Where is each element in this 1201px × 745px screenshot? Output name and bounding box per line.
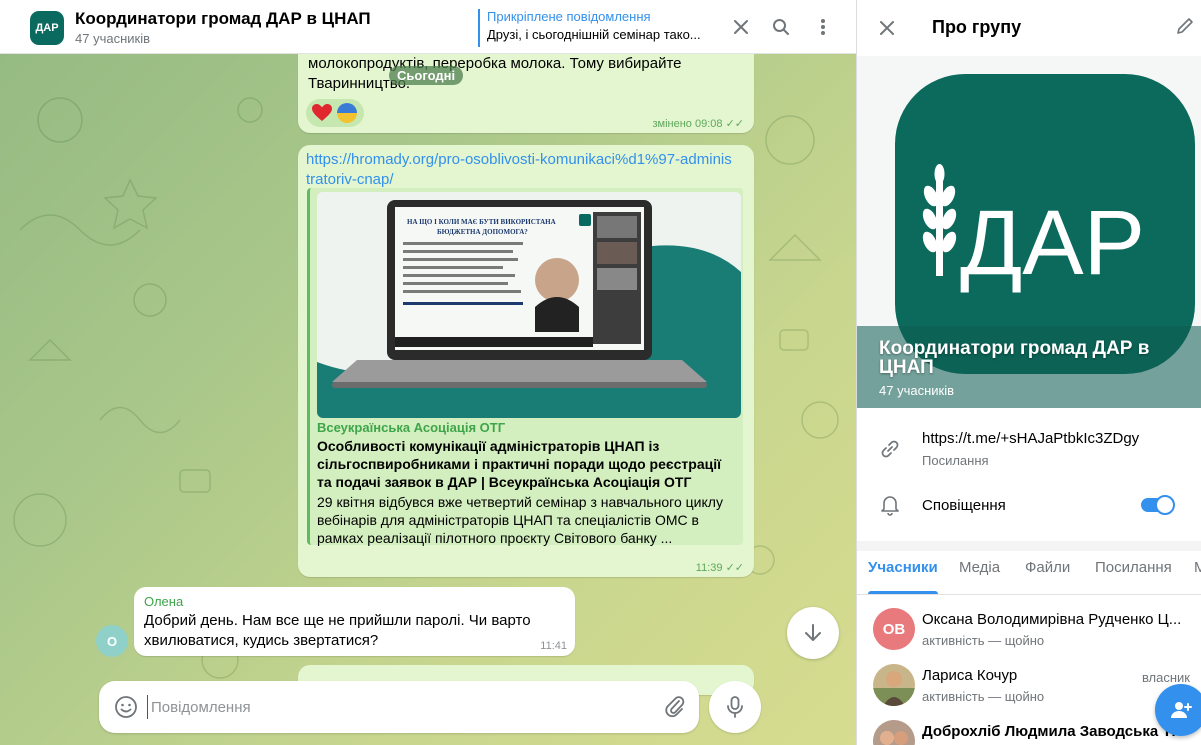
member-avatar[interactable] <box>873 664 915 706</box>
invite-link-row[interactable]: https://t.me/+sHAJaPtbkIc3ZDgy Посилання <box>857 420 1201 475</box>
members-count: 47 учасників <box>75 31 150 46</box>
group-name: Координатори громад ДАР в ЦНАП <box>879 338 1150 378</box>
message-time: змінено 09:08 <box>652 118 723 130</box>
emoji-icon[interactable] <box>114 695 138 719</box>
message-link[interactable]: https://hromady.org/pro-osoblivosti-komu… <box>306 150 732 190</box>
edit-group-button[interactable] <box>1175 16 1195 41</box>
member-name: Оксана Володимирівна Рудченко Ц... <box>922 611 1182 628</box>
scroll-down-button[interactable] <box>787 607 839 659</box>
tab-more[interactable]: М <box>1194 559 1201 576</box>
message-input[interactable] <box>147 695 647 719</box>
close-icon <box>734 20 748 34</box>
sender-name[interactable]: Олена <box>144 594 183 609</box>
member-avatar[interactable] <box>873 720 915 745</box>
group-avatar[interactable]: ДАР <box>30 11 64 45</box>
add-user-icon <box>1171 702 1192 718</box>
pencil-icon <box>1177 18 1193 34</box>
member-role-badge: власник <box>1141 670 1190 685</box>
message-text-line: хвилюватися, кудись звертатися? <box>144 632 379 649</box>
invite-link-label: Посилання <box>922 453 989 468</box>
invite-link-value[interactable]: https://t.me/+sHAJaPtbkIc3ZDgy <box>922 430 1139 447</box>
double-check-icon: ✓✓ <box>725 562 744 574</box>
toggle-knob <box>1155 495 1175 515</box>
chat-header[interactable]: ДАР Координатори громад ДАР в ЦНАП 47 уч… <box>0 0 856 54</box>
close-icon <box>880 21 894 35</box>
date-divider: Сьогодні <box>389 66 464 85</box>
preview-description: 29 квітня відбувся вже четвертий семінар… <box>317 494 723 546</box>
member-row[interactable]: ОВ Оксана Володимирівна Рудченко Ц... ак… <box>857 602 1201 658</box>
member-name: Лариса Кочур <box>922 667 1018 684</box>
tab-files[interactable]: Файли <box>1025 559 1070 576</box>
preview-site-name: Всеукраїнська Асоціація ОТГ <box>317 420 506 435</box>
more-vertical-icon <box>821 19 825 35</box>
chat-area: ДАР Координатори громад ДАР в ЦНАП 47 уч… <box>0 0 856 745</box>
message-text-line: молокопродуктів, переробка молока. Тому … <box>308 55 682 72</box>
member-row[interactable]: Доброхліб Людмила Заводська ТГ <box>857 714 1201 745</box>
double-check-icon: ✓✓ <box>725 118 744 130</box>
message-meta: змінено 09:08 ✓✓ <box>652 117 744 130</box>
member-status: активність — щойно <box>922 633 1045 648</box>
search-button[interactable] <box>768 14 794 40</box>
notifications-label: Сповіщення <box>922 497 1006 514</box>
bell-icon <box>877 492 903 518</box>
active-tab-indicator <box>868 591 938 594</box>
message-composer[interactable] <box>99 681 699 733</box>
tab-media[interactable]: Медіа <box>959 559 1000 576</box>
ukraine-flag-icon <box>337 103 357 123</box>
pinned-message[interactable]: Прикріплене повідомлення Друзі, і сьогод… <box>478 9 718 47</box>
close-pinned-button[interactable] <box>728 14 754 40</box>
link-line: tratoriv-cnap/ <box>306 171 394 188</box>
group-info-panel: Про групу ДАР Координатори громад ДАР в … <box>856 0 1201 745</box>
link-line: https://hromady.org/pro-osoblivosti-komu… <box>306 151 732 168</box>
message-meta: 11:39 ✓✓ <box>696 561 744 574</box>
panel-header: Про групу <box>857 0 1201 56</box>
link-icon <box>877 436 903 462</box>
chat-title[interactable]: Координатори громад ДАР в ЦНАП <box>75 9 371 29</box>
message-text-line: Добрий день. Нам все ще не прийшли парол… <box>144 612 531 629</box>
message-incoming[interactable]: Олена Добрий день. Нам все ще не прийшли… <box>134 587 575 656</box>
panel-title: Про групу <box>932 17 1022 37</box>
group-members-count: 47 учасників <box>879 383 954 398</box>
reactions[interactable] <box>306 99 364 127</box>
member-status: активність — щойно <box>922 689 1045 704</box>
heart-icon <box>312 104 332 121</box>
member-photo <box>873 664 915 706</box>
add-member-button[interactable] <box>1155 684 1201 736</box>
group-hero-image[interactable]: ДАР Координатори громад ДАР в ЦНАП 47 уч… <box>857 56 1201 408</box>
preview-image[interactable]: НА ЩО І КОЛИ МАЄ БУТИ ВИКОРИСТАНА БЮДЖЕТН… <box>317 192 741 418</box>
pinned-text: Друзі, і сьогоднішній семінар тако... <box>487 27 701 42</box>
link-preview[interactable]: НА ЩО І КОЛИ МАЄ БУТИ ВИКОРИСТАНА БЮДЖЕТН… <box>307 188 743 546</box>
section-separator <box>857 541 1201 551</box>
close-panel-button[interactable] <box>879 20 895 41</box>
message-time: 11:39 <box>695 562 723 574</box>
laptop-illustration: НА ЩО І КОЛИ МАЄ БУТИ ВИКОРИСТАНА БЮДЖЕТН… <box>317 192 741 418</box>
member-name: Доброхліб Людмила Заводська ТГ <box>922 723 1181 740</box>
search-icon <box>773 19 789 35</box>
pinned-label: Прикріплене повідомлення <box>487 9 651 24</box>
panel-tabs: Учасники Медіа Файли Посилання М <box>857 551 1201 595</box>
preview-title: Особливості комунікації адміністраторів … <box>317 438 722 490</box>
notifications-toggle[interactable] <box>1141 495 1175 515</box>
logo-text: ДАР <box>960 192 1145 294</box>
tab-links[interactable]: Посилання <box>1095 559 1172 576</box>
member-photo <box>873 720 915 745</box>
member-avatar[interactable]: ОВ <box>873 608 915 650</box>
message-outgoing-link[interactable]: https://hromady.org/pro-osoblivosti-komu… <box>298 145 754 577</box>
sender-avatar[interactable]: О <box>96 625 128 657</box>
message-time: 11:41 <box>540 640 567 652</box>
attach-icon[interactable] <box>665 695 685 719</box>
arrow-down-icon <box>805 624 821 641</box>
member-row[interactable]: Лариса Кочур активність — щойно власник <box>857 658 1201 714</box>
voice-record-button[interactable] <box>709 681 761 733</box>
microphone-icon <box>727 696 743 718</box>
tab-members[interactable]: Учасники <box>868 559 938 576</box>
more-button[interactable] <box>810 14 836 40</box>
